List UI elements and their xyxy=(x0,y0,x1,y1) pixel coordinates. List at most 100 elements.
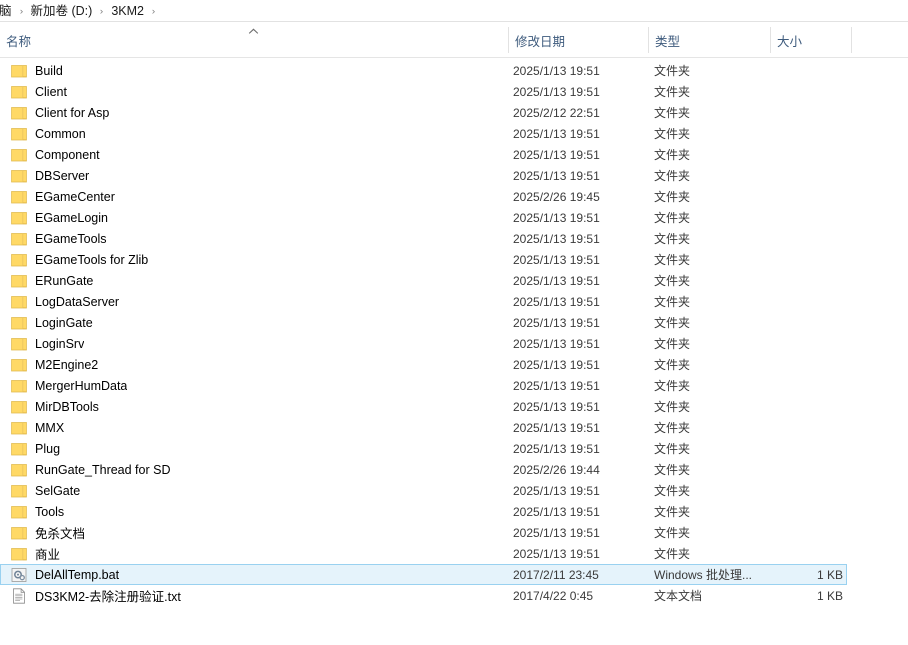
file-date-modified: 2025/1/13 19:51 xyxy=(513,420,600,435)
file-row[interactable]: ERunGate 2025/1/13 19:51 文件夹 xyxy=(0,270,847,291)
file-name: MMX xyxy=(35,420,65,435)
file-row[interactable]: EGameCenter 2025/2/26 19:45 文件夹 xyxy=(0,186,847,207)
file-date-modified: 2025/1/13 19:51 xyxy=(513,315,600,330)
file-name: Plug xyxy=(35,441,61,456)
breadcrumb-separator-icon[interactable]: › xyxy=(146,2,161,20)
file-name: Common xyxy=(35,126,86,141)
file-date-modified: 2025/2/26 19:44 xyxy=(513,462,600,477)
file-row[interactable]: Plug 2025/1/13 19:51 文件夹 xyxy=(0,438,847,459)
file-type: 文件夹 xyxy=(654,547,691,561)
column-header-type[interactable]: 类型 xyxy=(649,22,770,58)
file-date-modified: 2025/1/13 19:51 xyxy=(513,126,600,141)
column-header-size-label: 大小 xyxy=(777,34,803,49)
breadcrumb-item-2[interactable]: 3KM2 xyxy=(108,1,147,21)
file-name: 免杀文档 xyxy=(35,527,86,541)
file-row[interactable]: Common 2025/1/13 19:51 文件夹 xyxy=(0,123,847,144)
file-row[interactable]: EGameLogin 2025/1/13 19:51 文件夹 xyxy=(0,207,847,228)
file-name: RunGate_Thread for SD xyxy=(35,462,171,477)
column-header-date-modified[interactable]: 修改日期 xyxy=(509,22,648,58)
breadcrumb-item-0[interactable]: 脑 xyxy=(0,1,15,21)
file-name: Client xyxy=(35,84,67,99)
folder-icon xyxy=(11,252,27,268)
breadcrumb-separator-icon[interactable]: › xyxy=(14,2,29,20)
file-row[interactable]: LogDataServer 2025/1/13 19:51 文件夹 xyxy=(0,291,847,312)
folder-icon xyxy=(11,378,27,394)
file-row[interactable]: MergerHumData 2025/1/13 19:51 文件夹 xyxy=(0,375,847,396)
file-type: 文件夹 xyxy=(654,295,691,309)
file-type: 文件夹 xyxy=(654,169,691,183)
file-name: EGameTools xyxy=(35,231,107,246)
file-type: 文件夹 xyxy=(654,211,691,225)
file-row[interactable]: DBServer 2025/1/13 19:51 文件夹 xyxy=(0,165,847,186)
file-date-modified: 2025/1/13 19:51 xyxy=(513,378,600,393)
file-list[interactable]: Build 2025/1/13 19:51 文件夹 Client 2025/1/13 1… xyxy=(0,58,908,606)
file-row[interactable]: LoginSrv 2025/1/13 19:51 文件夹 xyxy=(0,333,847,354)
file-row[interactable]: LoginGate 2025/1/13 19:51 文件夹 xyxy=(0,312,847,333)
file-date-modified: 2017/2/11 23:45 xyxy=(513,567,599,582)
file-name: SelGate xyxy=(35,483,81,498)
file-row[interactable]: 免杀文档 2025/1/13 19:51 文件夹 xyxy=(0,522,847,543)
file-name: LogDataServer xyxy=(35,294,120,309)
file-row[interactable]: EGameTools for Zlib 2025/1/13 19:51 文件夹 xyxy=(0,249,847,270)
file-date-modified: 2025/1/13 19:51 xyxy=(513,84,600,99)
column-divider[interactable] xyxy=(851,27,852,53)
file-date-modified: 2025/1/13 19:51 xyxy=(513,147,600,162)
folder-icon xyxy=(11,168,27,184)
bat-file-icon xyxy=(11,567,27,583)
file-row[interactable]: 商业 2025/1/13 19:51 文件夹 xyxy=(0,543,847,564)
file-type: 文件夹 xyxy=(654,337,691,351)
file-row[interactable]: M2Engine2 2025/1/13 19:51 文件夹 xyxy=(0,354,847,375)
file-row[interactable]: MMX 2025/1/13 19:51 文件夹 xyxy=(0,417,847,438)
file-type: 文件夹 xyxy=(654,358,691,372)
file-row[interactable]: RunGate_Thread for SD 2025/2/26 19:44 文件夹 xyxy=(0,459,847,480)
file-row[interactable]: DelAllTemp.bat 2017/2/11 23:45 Windows 批处理… xyxy=(0,564,847,585)
file-name: Build xyxy=(35,63,63,78)
folder-icon xyxy=(11,462,27,478)
file-type: 文件夹 xyxy=(654,253,691,267)
file-row[interactable]: EGameTools 2025/1/13 19:51 文件夹 xyxy=(0,228,847,249)
file-name: 商业 xyxy=(35,548,61,562)
file-row[interactable]: MirDBTools 2025/1/13 19:51 文件夹 xyxy=(0,396,847,417)
file-date-modified: 2025/1/13 19:51 xyxy=(513,168,600,183)
file-row[interactable]: Client 2025/1/13 19:51 文件夹 xyxy=(0,81,847,102)
breadcrumb-item-1[interactable]: 新加卷 (D:) xyxy=(28,1,96,21)
file-type: 文件夹 xyxy=(654,64,691,78)
file-type: 文件夹 xyxy=(654,484,691,498)
file-name: MirDBTools xyxy=(35,399,99,414)
file-row[interactable]: Client for Asp 2025/2/12 22:51 文件夹 xyxy=(0,102,847,123)
breadcrumb-separator-icon[interactable]: › xyxy=(94,2,109,20)
file-type: 文件夹 xyxy=(654,400,691,414)
column-header-size[interactable]: 大小 xyxy=(771,22,851,58)
file-type: 文件夹 xyxy=(654,232,691,246)
folder-icon xyxy=(11,336,27,352)
file-row[interactable]: SelGate 2025/1/13 19:51 文件夹 xyxy=(0,480,847,501)
file-row[interactable]: Tools 2025/1/13 19:51 文件夹 xyxy=(0,501,847,522)
folder-icon xyxy=(11,483,27,499)
file-type: 文件夹 xyxy=(654,274,691,288)
file-date-modified: 2025/1/13 19:51 xyxy=(513,483,600,498)
address-bar[interactable]: 脑 › 新加卷 (D:) › 3KM2 › xyxy=(0,0,908,22)
folder-icon xyxy=(11,399,27,415)
folder-icon xyxy=(11,546,27,562)
folder-icon xyxy=(11,84,27,100)
file-row[interactable]: Build 2025/1/13 19:51 文件夹 xyxy=(0,60,847,81)
file-type: 文件夹 xyxy=(654,379,691,393)
file-date-modified: 2025/1/13 19:51 xyxy=(513,357,600,372)
file-name: DS3KM2-去除注册验证.txt xyxy=(35,590,181,604)
file-type: 文件夹 xyxy=(654,526,691,540)
file-name: Component xyxy=(35,147,100,162)
file-type: 文件夹 xyxy=(654,106,691,120)
file-date-modified: 2025/1/13 19:51 xyxy=(513,504,600,519)
file-row[interactable]: DS3KM2-去除注册验证.txt 2017/4/22 0:45 文本文档 1 KB xyxy=(0,585,847,606)
file-date-modified: 2025/2/26 19:45 xyxy=(513,189,600,204)
folder-icon xyxy=(11,126,27,142)
file-type: 文件夹 xyxy=(654,463,691,477)
file-date-modified: 2025/1/13 19:51 xyxy=(513,441,600,456)
folder-icon xyxy=(11,441,27,457)
file-date-modified: 2025/1/13 19:51 xyxy=(513,210,600,225)
file-date-modified: 2025/1/13 19:51 xyxy=(513,546,600,561)
folder-icon xyxy=(11,504,27,520)
file-row[interactable]: Component 2025/1/13 19:51 文件夹 xyxy=(0,144,847,165)
text-file-icon xyxy=(11,587,27,604)
folder-icon xyxy=(11,63,27,79)
